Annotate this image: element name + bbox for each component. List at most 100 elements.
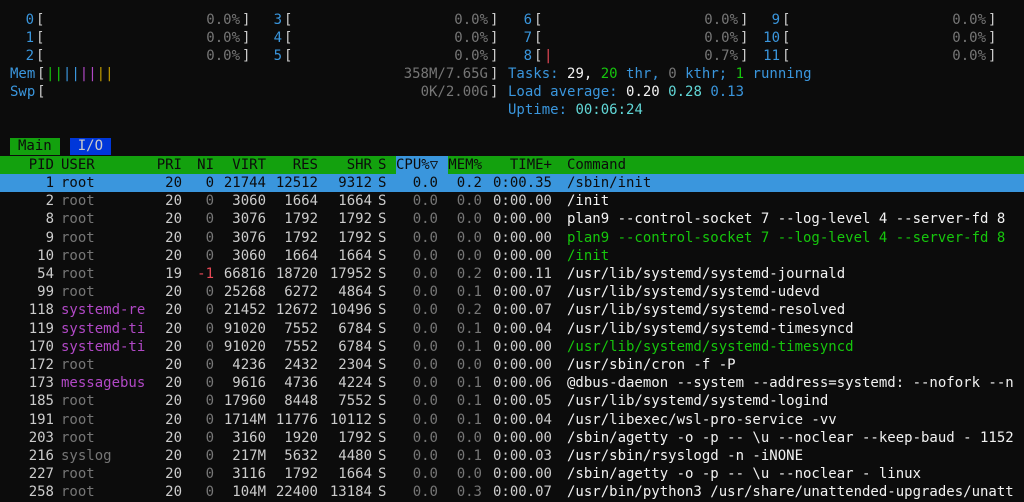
table-row[interactable]: 170 systemd-ti 20 0 91020 7552 6784 S 0.0 0.1 0:00… [0, 338, 1024, 356]
cpu-percent: 0.0% [952, 12, 986, 28]
cell-nice: 0 [205, 211, 214, 228]
table-row[interactable]: 227 root 20 0 3116 1792 1664 S 0.0 0.0 0:00.00/sbi… [0, 465, 1024, 483]
cell-nice: 0 [205, 448, 214, 464]
cell-mem-percent: 0.2 [456, 302, 482, 319]
cpu-bracket-open: [ [284, 30, 293, 46]
cpu-bracket-open: [ [284, 12, 293, 28]
cell-priority: 20 [165, 357, 182, 373]
cell-user: syslog [61, 448, 112, 464]
cell-pid: 10 [37, 247, 54, 264]
tab-main[interactable]: Main [10, 138, 60, 155]
cell-mem-percent: 0.0 [456, 229, 482, 246]
cpu-meter-8: 8[| 0.7%] [508, 47, 749, 65]
cell-state: S [378, 211, 387, 228]
cell-cpu-percent: 0.0 [412, 448, 438, 464]
cpu-percent: 0.7% [704, 48, 738, 64]
cpu-percent: 0.0% [454, 30, 488, 46]
cell-state: S [378, 393, 387, 410]
cell-cpu-percent: 0.0 [412, 429, 438, 446]
cell-mem-percent: 0.0 [456, 466, 482, 483]
cell-nice: 0 [205, 229, 214, 246]
table-row[interactable]: 216 syslog 20 0 217M 5632 4480 S 0.0 0.1 0:00.03/u… [0, 447, 1024, 465]
cell-mem-percent: 0.2 [456, 266, 482, 282]
cell-command: /usr/libexec/wsl-pro-service -vv [567, 411, 837, 428]
col-mem[interactable]: MEM% [446, 156, 482, 174]
cell-priority: 20 [165, 229, 182, 246]
col-pri[interactable]: PRI [150, 156, 182, 174]
running-count: 1 [735, 66, 745, 82]
cell-user: systemd-ti [61, 320, 146, 337]
cell-time: 0:00.00 [492, 211, 552, 228]
cell-user: systemd-ti [61, 338, 146, 355]
table-row[interactable]: 185 root 20 0 17960 8448 7552 S 0.0 0.1 0:00.05/us… [0, 392, 1024, 410]
cell-mem-percent: 0.2 [456, 175, 482, 191]
cpu-id: 7 [523, 30, 532, 46]
col-user[interactable]: USER [61, 156, 95, 174]
cell-mem-percent: 0.0 [456, 193, 482, 210]
cell-res: 1664 [284, 193, 318, 210]
col-pid[interactable]: PID [10, 156, 54, 174]
cell-pid: 8 [45, 211, 54, 228]
table-row[interactable]: 191 root 20 0 1714M 11776 10112 S 0.0 0.1 0:00.04 /… [0, 411, 1024, 429]
table-row[interactable]: 118 systemd-re 20 0 21452 12672 10496 S 0.0 0.2 0:… [0, 301, 1024, 319]
table-row[interactable]: 119 systemd-ti 20 0 91020 7552 6784 S 0.0 0.1 0:00… [0, 320, 1024, 338]
cell-res: 11776 [275, 411, 318, 428]
load-average-line: Load average: 0.20 0.28 0.13 [508, 84, 745, 100]
table-row[interactable]: 172 root 20 0 4236 2432 2304 S 0.0 0.0 0:00.00/usr… [0, 356, 1024, 374]
cell-pid: 1 [45, 175, 54, 191]
cell-virt: 66816 [223, 266, 266, 282]
cell-priority: 19 [165, 266, 182, 282]
table-row[interactable]: 54 root 19 -1 66816 18720 17952 S 0.0 0.2 0:00.11 /… [0, 265, 1024, 283]
cell-command: @dbus-daemon --system --address=systemd:… [567, 375, 1014, 392]
table-row[interactable]: 9 root 20 0 3076 1792 1792 S 0.0 0.0 0:00.00 plan9 … [0, 229, 1024, 247]
cpu-id: 4 [273, 30, 282, 46]
col-cpu[interactable]: CPU%▽ [396, 156, 448, 175]
col-command[interactable]: Command [567, 156, 626, 174]
cell-state: S [378, 411, 387, 428]
cell-user: root [61, 229, 95, 246]
table-row[interactable]: 203 root 20 0 3160 1920 1792 S 0.0 0.0 0:00.00/sbi… [0, 429, 1024, 447]
cell-state: S [378, 229, 387, 246]
cell-nice: -1 [197, 266, 214, 282]
table-row[interactable]: 1 root 20 0 21744 12512 9312 S 0.0 0.2 0:00.35/sbi… [0, 174, 1024, 192]
table-row[interactable]: 2 root 20 0 3060 1664 1664 S 0.0 0.0 0:00.00/init [0, 192, 1024, 210]
cell-nice: 0 [205, 302, 214, 319]
tasks-line: Tasks: 29, 20 thr, 0 kthr; 1 running [508, 66, 812, 82]
cell-pid: 2 [45, 193, 54, 210]
cell-cpu-percent: 0.0 [412, 175, 438, 191]
tab-io[interactable]: I/O [69, 138, 112, 155]
cell-user: root [61, 284, 95, 301]
cell-command: /usr/sbin/rsyslogd -n -iNONE [567, 448, 804, 464]
process-table-header: PID USER PRI NI VIRT RES SHR S CPU%▽ MEM… [0, 156, 1024, 175]
col-time[interactable]: TIME+ [492, 156, 552, 174]
col-virt[interactable]: VIRT [222, 156, 266, 174]
table-row[interactable]: 99 root 20 0 25268 6272 4864 S 0.0 0.1 0:00.07/usr… [0, 283, 1024, 301]
cell-mem-percent: 0.1 [456, 338, 482, 355]
cell-nice: 0 [205, 411, 214, 428]
cpu-id: 6 [523, 12, 532, 28]
kthreads-count: 0 [668, 66, 677, 82]
cell-res: 12672 [275, 302, 318, 319]
table-row[interactable]: 258 root 20 0 104M 22400 13184 S 0.0 0.3 0:00.07/u… [0, 483, 1024, 501]
cell-user: root [61, 466, 95, 483]
table-row[interactable]: 10 root 20 0 3060 1664 1664 S 0.0 0.0 0:00.00/init [0, 247, 1024, 265]
cell-cpu-percent: 0.0 [412, 211, 438, 228]
cell-priority: 20 [165, 375, 182, 392]
cell-nice: 0 [205, 429, 214, 446]
cpu-bracket-close: ] [242, 12, 251, 28]
col-res[interactable]: RES [272, 156, 318, 174]
cell-shr: 10496 [329, 302, 372, 319]
col-ni[interactable]: NI [190, 156, 214, 174]
mem-value: 358M/7.65G [403, 66, 488, 82]
cpu-percent: 0.0% [454, 12, 488, 28]
table-row[interactable]: 8 root 20 0 3076 1792 1792 S 0.0 0.0 0:00.00 plan9 … [0, 210, 1024, 228]
cpu-bracket-open: [ [36, 30, 45, 46]
col-state[interactable]: S [378, 156, 386, 174]
cell-nice: 0 [205, 320, 214, 337]
col-shr[interactable]: SHR [326, 156, 372, 174]
cell-priority: 20 [165, 448, 182, 464]
cell-time: 0:00.00 [492, 466, 552, 483]
table-row[interactable]: 173 messagebus 20 0 9616 4736 4224 S 0.0 0.1 0:00.… [0, 374, 1024, 392]
cell-time: 0:00.05 [492, 393, 552, 410]
cell-user: root [61, 211, 95, 228]
